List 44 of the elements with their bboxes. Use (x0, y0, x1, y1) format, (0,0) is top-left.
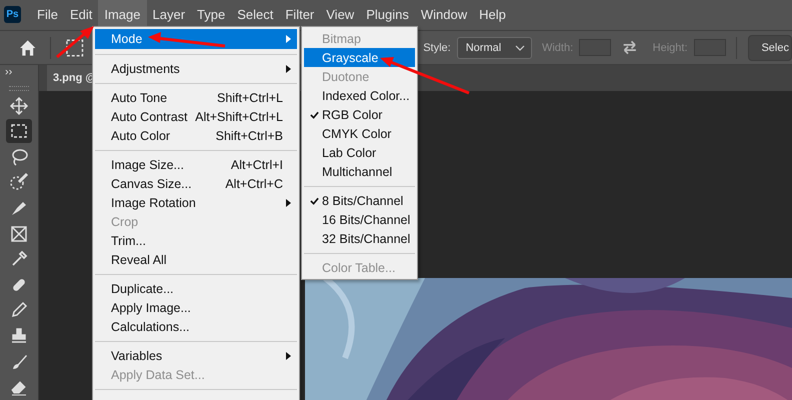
menu-item[interactable]: Mode (95, 29, 297, 49)
menu-item[interactable]: Multichannel (304, 162, 415, 181)
menu-item[interactable]: Indexed Color... (304, 86, 415, 105)
chevron-icon (514, 44, 525, 50)
menu-item[interactable]: 32 Bits/Channel (304, 229, 415, 248)
app-logo[interactable]: Ps (4, 6, 21, 22)
menu-item[interactable]: Auto Tone Shift+Ctrl+L (95, 88, 297, 107)
menu-item[interactable]: View (320, 0, 360, 28)
menu-item[interactable]: 8 Bits/Channel (304, 191, 415, 210)
menu-item[interactable]: Image Rotation (95, 193, 297, 212)
menu-item[interactable]: Edit (64, 0, 98, 28)
select-button[interactable]: Selec (748, 34, 792, 60)
menu-item[interactable]: Help (473, 0, 512, 28)
swap-icon[interactable] (621, 40, 639, 55)
menu-item[interactable]: Select (231, 0, 280, 28)
menu-item[interactable]: Window (414, 0, 474, 28)
menu-item[interactable]: Auto Color Shift+Ctrl+B (95, 126, 297, 145)
menu-item[interactable]: Layer (146, 0, 192, 28)
menu-item[interactable]: Image (98, 0, 146, 28)
menu-item[interactable]: Plugins (360, 0, 415, 28)
marquee-icon[interactable] (65, 38, 85, 58)
menu-item[interactable]: RGB Color (304, 105, 415, 124)
style-dropdown[interactable]: Normal (456, 36, 532, 58)
menu-item[interactable]: Type (191, 0, 232, 28)
home-icon[interactable] (19, 38, 36, 56)
menu-item[interactable]: Trim... (95, 231, 297, 250)
menu-item[interactable]: Image Size... Alt+Ctrl+I (95, 155, 297, 174)
menu-item[interactable]: 16 Bits/Channel (304, 210, 415, 229)
menu-item[interactable]: Filter (279, 0, 320, 28)
menu-item[interactable]: Auto Contrast Alt+Shift+Ctrl+L (95, 107, 297, 126)
menu-item[interactable]: Grayscale (304, 48, 415, 67)
menu-item[interactable]: Apply Image... (95, 298, 297, 317)
menu-item[interactable]: Calculations... (95, 317, 297, 336)
collapse-toggle[interactable]: ›› (5, 66, 12, 78)
menu-item[interactable]: Duplicate... (95, 279, 297, 298)
annotation-arrow (56, 26, 94, 58)
menu-item[interactable]: Lab Color (304, 143, 415, 162)
marquee-tool-icon[interactable] (6, 119, 32, 144)
style-label: Style: (423, 42, 451, 54)
menu-item[interactable]: Variables (95, 346, 297, 365)
menu-item[interactable]: Canvas Size... Alt+Ctrl+C (95, 174, 297, 193)
menu-item[interactable]: Reveal All (95, 250, 297, 269)
menu-item[interactable]: File (31, 0, 64, 28)
menu-item[interactable]: CMYK Color (304, 124, 415, 143)
